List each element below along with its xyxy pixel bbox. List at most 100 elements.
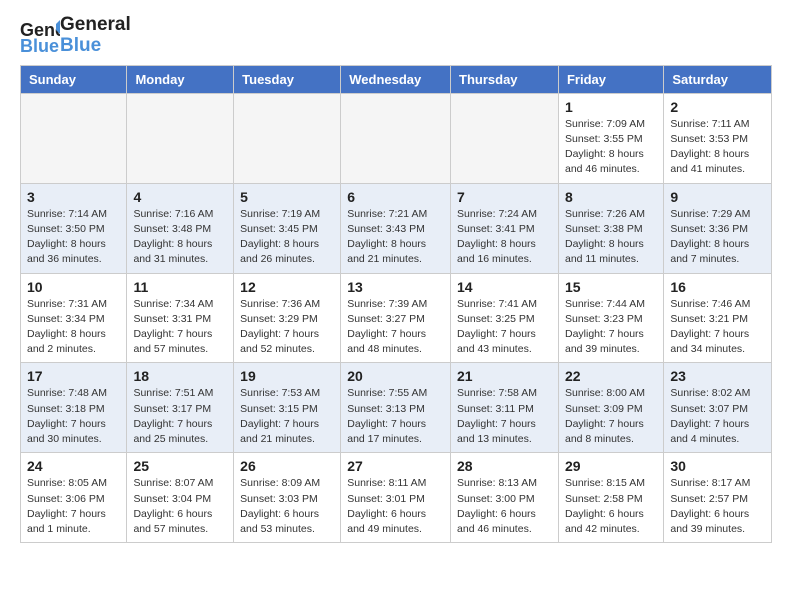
- day-info: Sunrise: 7:31 AMSunset: 3:34 PMDaylight:…: [27, 297, 120, 358]
- calendar-cell: 17 Sunrise: 7:48 AMSunset: 3:18 PMDayligh…: [21, 363, 127, 453]
- calendar-week-row: 17 Sunrise: 7:48 AMSunset: 3:18 PMDayligh…: [21, 363, 772, 453]
- day-number: 6: [347, 189, 444, 205]
- calendar-cell: 28Sunrise: 8:13 AMSunset: 3:00 PMDayligh…: [451, 453, 559, 543]
- day-number: 28: [457, 458, 552, 474]
- day-number: 15: [565, 279, 657, 295]
- day-info: Sunrise: 7:55 AMSunset: 3:13 PMDaylight:…: [347, 386, 444, 447]
- calendar-cell: 25Sunrise: 8:07 AMSunset: 3:04 PMDayligh…: [127, 453, 234, 543]
- calendar-cell: 20 Sunrise: 7:55 AMSunset: 3:13 PMDayligh…: [341, 363, 451, 453]
- day-info: Sunrise: 7:53 AMSunset: 3:15 PMDaylight:…: [240, 386, 334, 447]
- logo-icon: General Blue: [20, 16, 60, 56]
- day-number: 29: [565, 458, 657, 474]
- day-number: 13: [347, 279, 444, 295]
- day-info: Sunrise: 7:19 AMSunset: 3:45 PMDaylight:…: [240, 207, 334, 268]
- day-number: 4: [133, 189, 227, 205]
- day-info: Sunrise: 8:15 AMSunset: 2:58 PMDaylight:…: [565, 476, 657, 537]
- header-area: General Blue General Blue: [20, 15, 772, 57]
- calendar-cell: 12 Sunrise: 7:36 AMSunset: 3:29 PMDayligh…: [234, 273, 341, 363]
- calendar-week-row: 24 Sunrise: 8:05 AMSunset: 3:06 PMDayligh…: [21, 453, 772, 543]
- calendar-cell: 2 Sunrise: 7:11 AMSunset: 3:53 PMDaylight…: [664, 93, 772, 183]
- calendar-cell: [21, 93, 127, 183]
- day-info: Sunrise: 7:24 AMSunset: 3:41 PMDaylight:…: [457, 207, 552, 268]
- day-info: Sunrise: 8:11 AMSunset: 3:01 PMDaylight:…: [347, 476, 444, 537]
- day-number: 9: [670, 189, 765, 205]
- weekday-header-saturday: Saturday: [664, 65, 772, 93]
- day-info: Sunrise: 7:39 AMSunset: 3:27 PMDaylight:…: [347, 297, 444, 358]
- day-info: Sunrise: 7:41 AMSunset: 3:25 PMDaylight:…: [457, 297, 552, 358]
- day-info: Sunrise: 7:11 AMSunset: 3:53 PMDaylight:…: [670, 117, 765, 178]
- calendar-cell: 7Sunrise: 7:24 AMSunset: 3:41 PMDaylight…: [451, 183, 559, 273]
- day-number: 2: [670, 99, 765, 115]
- day-number: 25: [133, 458, 227, 474]
- calendar-cell: 23 Sunrise: 8:02 AMSunset: 3:07 PMDayligh…: [664, 363, 772, 453]
- weekday-header-friday: Friday: [558, 65, 663, 93]
- day-info: Sunrise: 7:29 AMSunset: 3:36 PMDaylight:…: [670, 207, 765, 268]
- calendar-cell: 11Sunrise: 7:34 AMSunset: 3:31 PMDayligh…: [127, 273, 234, 363]
- day-info: Sunrise: 8:17 AMSunset: 2:57 PMDaylight:…: [670, 476, 765, 537]
- calendar-cell: 8 Sunrise: 7:26 AMSunset: 3:38 PMDaylight…: [558, 183, 663, 273]
- calendar-cell: 26 Sunrise: 8:09 AMSunset: 3:03 PMDayligh…: [234, 453, 341, 543]
- day-number: 8: [565, 189, 657, 205]
- day-info: Sunrise: 8:09 AMSunset: 3:03 PMDaylight:…: [240, 476, 334, 537]
- day-number: 3: [27, 189, 120, 205]
- day-info: Sunrise: 7:36 AMSunset: 3:29 PMDaylight:…: [240, 297, 334, 358]
- day-info: Sunrise: 8:00 AMSunset: 3:09 PMDaylight:…: [565, 386, 657, 447]
- calendar-cell: 13 Sunrise: 7:39 AMSunset: 3:27 PMDayligh…: [341, 273, 451, 363]
- day-number: 23: [670, 368, 765, 384]
- weekday-header-row: SundayMondayTuesdayWednesdayThursdayFrid…: [21, 65, 772, 93]
- calendar-cell: 18 Sunrise: 7:51 AMSunset: 3:17 PMDayligh…: [127, 363, 234, 453]
- calendar-week-row: 3 Sunrise: 7:14 AMSunset: 3:50 PMDaylight…: [21, 183, 772, 273]
- day-number: 19: [240, 368, 334, 384]
- day-number: 1: [565, 99, 657, 115]
- calendar-cell: 30Sunrise: 8:17 AMSunset: 2:57 PMDayligh…: [664, 453, 772, 543]
- day-info: Sunrise: 7:21 AMSunset: 3:43 PMDaylight:…: [347, 207, 444, 268]
- day-info: Sunrise: 7:14 AMSunset: 3:50 PMDaylight:…: [27, 207, 120, 268]
- calendar-cell: 6 Sunrise: 7:21 AMSunset: 3:43 PMDaylight…: [341, 183, 451, 273]
- day-info: Sunrise: 8:02 AMSunset: 3:07 PMDaylight:…: [670, 386, 765, 447]
- day-number: 16: [670, 279, 765, 295]
- day-number: 17: [27, 368, 120, 384]
- day-info: Sunrise: 7:16 AMSunset: 3:48 PMDaylight:…: [133, 207, 227, 268]
- day-info: Sunrise: 7:58 AMSunset: 3:11 PMDaylight:…: [457, 386, 552, 447]
- day-info: Sunrise: 7:44 AMSunset: 3:23 PMDaylight:…: [565, 297, 657, 358]
- day-number: 20: [347, 368, 444, 384]
- calendar-cell: 15 Sunrise: 7:44 AMSunset: 3:23 PMDayligh…: [558, 273, 663, 363]
- day-number: 26: [240, 458, 334, 474]
- weekday-header-thursday: Thursday: [451, 65, 559, 93]
- calendar-cell: [341, 93, 451, 183]
- calendar-cell: 5Sunrise: 7:19 AMSunset: 3:45 PMDaylight…: [234, 183, 341, 273]
- calendar-cell: [234, 93, 341, 183]
- day-number: 14: [457, 279, 552, 295]
- logo-blue: Blue: [60, 36, 131, 57]
- day-number: 12: [240, 279, 334, 295]
- day-number: 18: [133, 368, 227, 384]
- calendar-cell: 22 Sunrise: 8:00 AMSunset: 3:09 PMDayligh…: [558, 363, 663, 453]
- calendar-cell: 27 Sunrise: 8:11 AMSunset: 3:01 PMDayligh…: [341, 453, 451, 543]
- day-number: 27: [347, 458, 444, 474]
- weekday-header-sunday: Sunday: [21, 65, 127, 93]
- calendar-cell: 21Sunrise: 7:58 AMSunset: 3:11 PMDayligh…: [451, 363, 559, 453]
- weekday-header-monday: Monday: [127, 65, 234, 93]
- calendar-cell: 14 Sunrise: 7:41 AMSunset: 3:25 PMDayligh…: [451, 273, 559, 363]
- day-info: Sunrise: 7:51 AMSunset: 3:17 PMDaylight:…: [133, 386, 227, 447]
- day-number: 22: [565, 368, 657, 384]
- calendar-week-row: 1Sunrise: 7:09 AMSunset: 3:55 PMDaylight…: [21, 93, 772, 183]
- calendar: SundayMondayTuesdayWednesdayThursdayFrid…: [20, 65, 772, 543]
- calendar-cell: 9 Sunrise: 7:29 AMSunset: 3:36 PMDaylight…: [664, 183, 772, 273]
- day-info: Sunrise: 7:48 AMSunset: 3:18 PMDaylight:…: [27, 386, 120, 447]
- calendar-cell: 16 Sunrise: 7:46 AMSunset: 3:21 PMDayligh…: [664, 273, 772, 363]
- day-number: 10: [27, 279, 120, 295]
- day-info: Sunrise: 7:26 AMSunset: 3:38 PMDaylight:…: [565, 207, 657, 268]
- calendar-cell: [451, 93, 559, 183]
- svg-text:Blue: Blue: [20, 36, 59, 56]
- day-info: Sunrise: 7:46 AMSunset: 3:21 PMDaylight:…: [670, 297, 765, 358]
- logo-general: General: [60, 15, 131, 36]
- calendar-cell: 1Sunrise: 7:09 AMSunset: 3:55 PMDaylight…: [558, 93, 663, 183]
- calendar-week-row: 10 Sunrise: 7:31 AMSunset: 3:34 PMDayligh…: [21, 273, 772, 363]
- logo: General Blue General Blue: [20, 15, 131, 57]
- day-number: 24: [27, 458, 120, 474]
- calendar-cell: 24 Sunrise: 8:05 AMSunset: 3:06 PMDayligh…: [21, 453, 127, 543]
- calendar-cell: 3 Sunrise: 7:14 AMSunset: 3:50 PMDaylight…: [21, 183, 127, 273]
- calendar-cell: 19 Sunrise: 7:53 AMSunset: 3:15 PMDayligh…: [234, 363, 341, 453]
- day-info: Sunrise: 8:05 AMSunset: 3:06 PMDaylight:…: [27, 476, 120, 537]
